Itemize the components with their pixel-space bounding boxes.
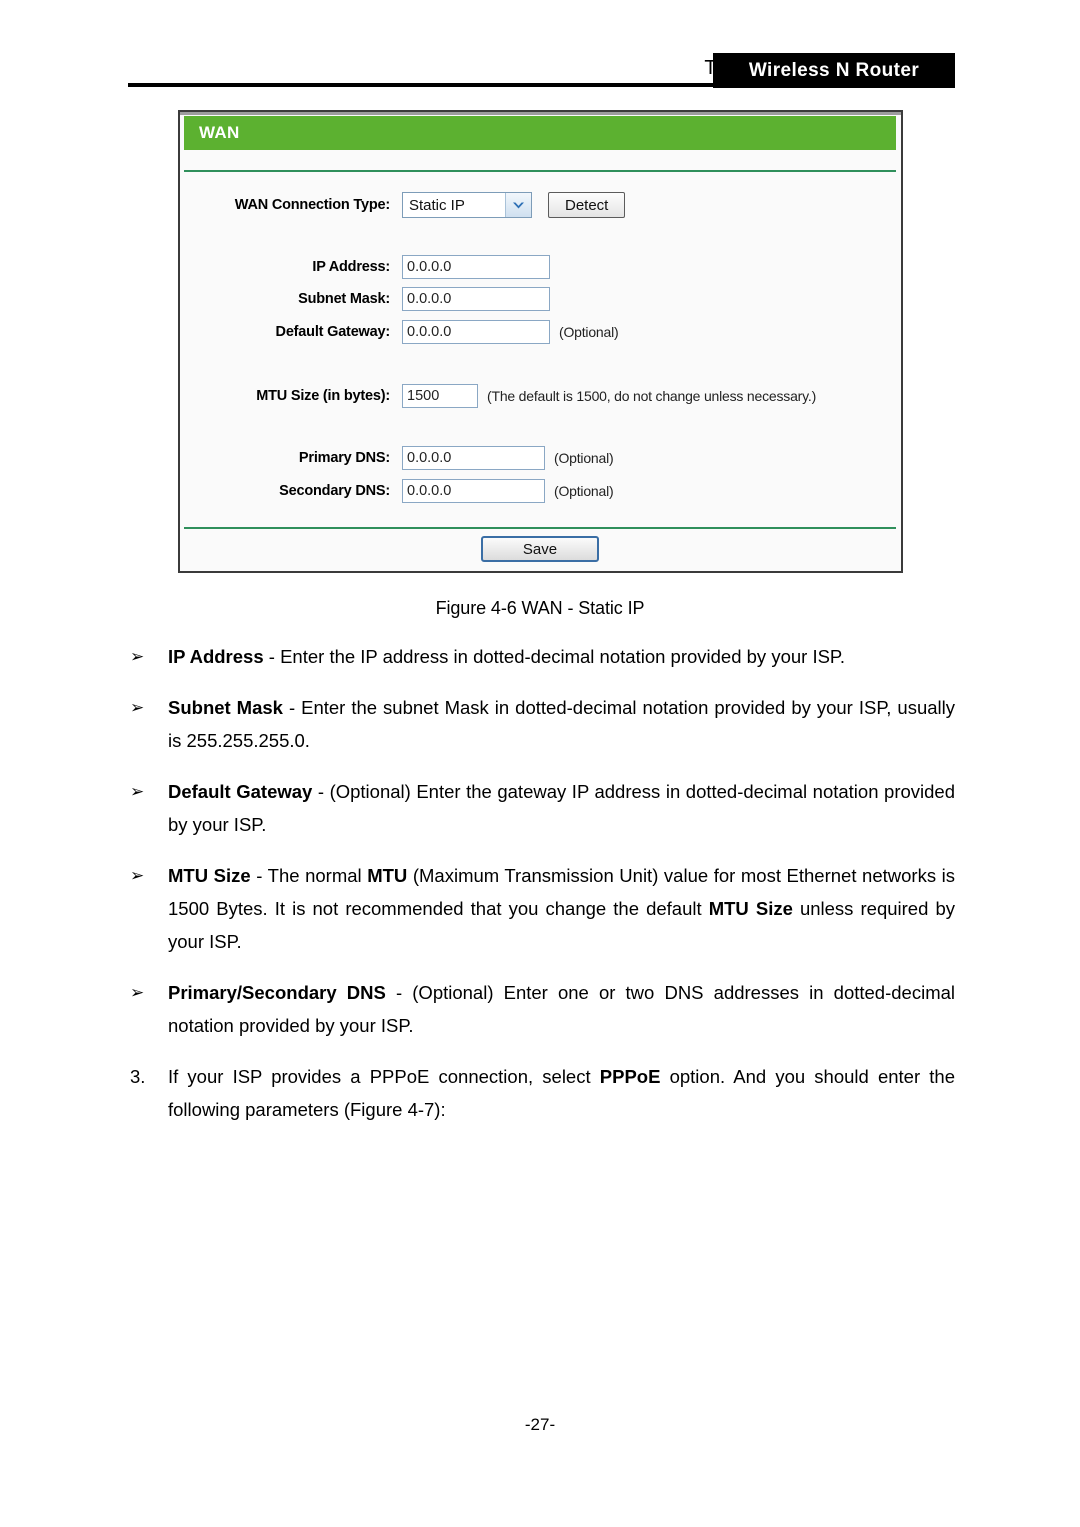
row-ip-address: IP Address: <box>180 254 901 280</box>
secondary-dns-input[interactable] <box>402 479 545 503</box>
bullet-term-ip-address: IP Address <box>168 646 264 667</box>
bullet-default-gateway: ➢ Default Gateway - (Optional) Enter the… <box>128 775 955 841</box>
bullet-ip-address: ➢ IP Address - Enter the IP address in d… <box>128 640 955 673</box>
panel-title-wan: WAN <box>184 116 896 150</box>
save-button-container: Save <box>184 536 896 562</box>
page-footer: -27- <box>524 1415 556 1434</box>
wan-settings-panel: WAN WAN Connection Type: Static IP Detec… <box>178 110 903 573</box>
label-mtu-size: MTU Size (in bytes): <box>256 388 390 404</box>
bullet-subnet-mask: ➢ Subnet Mask - Enter the subnet Mask in… <box>128 691 955 757</box>
control-subnet-mask <box>402 287 550 311</box>
numbered-item-part1: If your ISP provides a PPPoE connection,… <box>168 1066 600 1087</box>
row-secondary-dns: Secondary DNS: (Optional) <box>180 478 901 504</box>
primary-dns-input[interactable] <box>402 446 545 470</box>
default-gateway-input[interactable] <box>402 320 550 344</box>
bullet-primary-secondary-dns: ➢ Primary/Secondary DNS - (Optional) Ent… <box>128 976 955 1042</box>
control-wan-connection-type: Static IP Detect <box>402 192 626 218</box>
bullet-body-subnet-mask: - Enter the subnet Mask in dotted-decima… <box>168 697 955 751</box>
bullet-arrow-icon: ➢ <box>130 866 145 885</box>
subnet-mask-input[interactable] <box>402 287 550 311</box>
secondary-dns-hint: (Optional) <box>554 483 614 499</box>
bullet-arrow-icon: ➢ <box>130 698 145 717</box>
panel-rule-top <box>184 170 896 172</box>
chevron-down-icon[interactable] <box>505 193 531 217</box>
control-secondary-dns: (Optional) <box>402 479 614 503</box>
panel-top-accent <box>180 112 901 115</box>
mtu-size-input[interactable] <box>402 384 478 408</box>
panel-rule-bottom <box>184 527 896 529</box>
bullet-term-subnet-mask: Subnet Mask <box>168 697 283 718</box>
row-primary-dns: Primary DNS: (Optional) <box>180 445 901 471</box>
row-subnet-mask: Subnet Mask: <box>180 286 901 312</box>
numbered-item-3: 3. If your ISP provides a PPPoE connecti… <box>128 1060 955 1126</box>
header-divider <box>128 83 955 87</box>
label-subnet-mask: Subnet Mask: <box>298 291 390 307</box>
label-wan-connection-type: WAN Connection Type: <box>234 197 390 213</box>
bullet-arrow-icon: ➢ <box>130 647 145 666</box>
figure-caption: Figure 4-6 WAN - Static IP <box>435 598 645 618</box>
wan-connection-type-select[interactable]: Static IP <box>402 192 532 218</box>
bullet-mtu-size: ➢ MTU Size - The normal MTU (Maximum Tra… <box>128 859 955 958</box>
bullet-arrow-icon: ➢ <box>130 782 145 801</box>
bullet-term-default-gateway: Default Gateway <box>168 781 313 802</box>
bullet-arrow-icon: ➢ <box>130 983 145 1002</box>
page-header: TL-WR941ND Wireless N Router <box>0 0 1080 96</box>
ip-address-input[interactable] <box>402 255 550 279</box>
control-default-gateway: (Optional) <box>402 320 619 344</box>
save-button[interactable]: Save <box>481 536 599 562</box>
bullet-body-ip-address: - Enter the IP address in dotted-decimal… <box>263 646 846 667</box>
label-default-gateway: Default Gateway: <box>275 324 391 340</box>
document-body: ➢ IP Address - Enter the IP address in d… <box>128 640 955 1144</box>
default-gateway-hint: (Optional) <box>559 324 619 340</box>
list-number: 3. <box>130 1066 146 1087</box>
bullet-term-dns: Primary/Secondary DNS <box>168 982 386 1003</box>
detect-button[interactable]: Detect <box>548 192 626 218</box>
label-secondary-dns: Secondary DNS: <box>279 483 390 499</box>
bullet-term-mtu: MTU <box>367 865 408 886</box>
bullet-term-mtu-size-2: MTU Size <box>708 898 793 919</box>
label-ip-address: IP Address: <box>312 259 390 275</box>
bullet-mtu-part1: - The normal <box>250 865 368 886</box>
row-default-gateway: Default Gateway: (Optional) <box>180 319 901 345</box>
bullet-term-mtu-size: MTU Size <box>168 865 251 886</box>
wan-connection-type-value: Static IP <box>409 196 465 214</box>
row-mtu-size: MTU Size (in bytes): (The default is 150… <box>180 383 901 409</box>
primary-dns-hint: (Optional) <box>554 450 614 466</box>
mtu-size-hint: (The default is 1500, do not change unle… <box>487 388 817 404</box>
numbered-item-term-pppoe: PPPoE <box>599 1066 661 1087</box>
row-wan-connection-type: WAN Connection Type: Static IP Detect <box>180 192 901 218</box>
control-ip-address <box>402 255 550 279</box>
label-primary-dns: Primary DNS: <box>298 450 390 466</box>
control-primary-dns: (Optional) <box>402 446 614 470</box>
control-mtu-size: (The default is 1500, do not change unle… <box>402 384 816 408</box>
